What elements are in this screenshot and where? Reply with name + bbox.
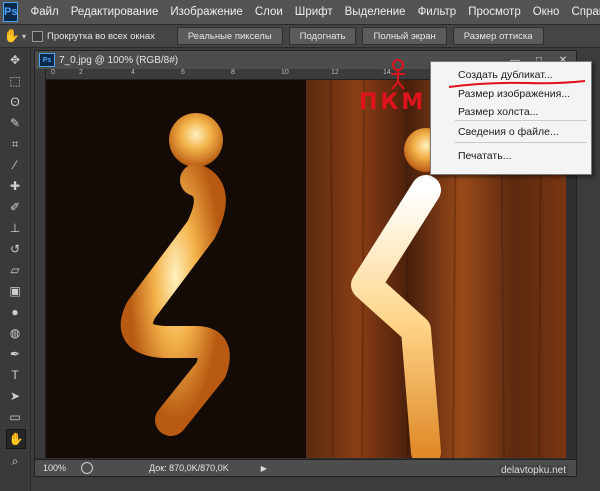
ruler-label: 4 — [131, 69, 135, 76]
vertical-ruler[interactable] — [35, 69, 46, 458]
zoom-icon[interactable]: ⌕ — [6, 452, 24, 470]
left-figure-head — [169, 113, 223, 167]
hand-icon[interactable]: ✋ — [4, 28, 20, 44]
eyedropper-icon[interactable]: ⁄ — [6, 156, 24, 174]
type-icon[interactable]: T — [6, 366, 24, 384]
path-select-icon[interactable]: ➤ — [6, 387, 24, 405]
document-title: 7_0.jpg @ 100% (RGB/8#) — [59, 54, 179, 66]
dodge-icon[interactable]: ◍ — [6, 324, 24, 342]
lasso-icon[interactable]: ʘ — [6, 93, 24, 111]
watermark: delavtopku.net — [498, 465, 568, 476]
photoshop-logo: Ps — [3, 2, 19, 22]
status-menu-arrow-icon[interactable]: ▶ — [261, 464, 267, 473]
menu-help[interactable]: Справка — [565, 6, 600, 18]
scroll-all-windows-checkbox[interactable]: Прокрутка во всех окнах — [32, 30, 155, 42]
document-ps-badge: Ps — [39, 53, 55, 67]
ruler-label: 6 — [181, 69, 185, 76]
history-brush-icon[interactable]: ↺ — [6, 240, 24, 258]
actual-pixels-button[interactable]: Реальные пикселы — [176, 27, 283, 45]
menu-image[interactable]: Изображение — [164, 6, 248, 18]
ruler-label: 8 — [231, 69, 235, 76]
menu-edit[interactable]: Редактирование — [65, 6, 165, 18]
tool-preset-chevron-icon[interactable]: ▾ — [22, 32, 26, 41]
menu-select[interactable]: Выделение — [339, 6, 412, 18]
gradient-icon[interactable]: ▣ — [6, 282, 24, 300]
blur-icon[interactable]: ● — [6, 303, 24, 321]
ruler-label: 2 — [79, 69, 83, 76]
zoom-level[interactable]: 100% — [35, 463, 77, 473]
menu-view[interactable]: Просмотр — [462, 6, 527, 18]
annotation-rmb-label: ПКМ — [359, 90, 427, 115]
print-size-button[interactable]: Размер оттиска — [452, 27, 544, 45]
hand-icon[interactable]: ✋ — [6, 429, 26, 449]
menu-bar: Ps Файл Редактирование Изображение Слои … — [0, 0, 600, 25]
menu-type[interactable]: Шрифт — [289, 6, 339, 18]
crop-icon[interactable]: ⌗ — [6, 135, 24, 153]
menu-filter[interactable]: Фильтр — [412, 6, 463, 18]
ruler-label: 12 — [331, 69, 339, 76]
fill-screen-button[interactable]: Полный экран — [362, 27, 447, 45]
menu-separator — [455, 120, 587, 121]
fit-screen-button[interactable]: Подогнать — [288, 27, 357, 45]
context-menu: Создать дубликат... Размер изображения..… — [430, 61, 592, 175]
ruler-label: 0 — [51, 69, 55, 76]
spot-heal-icon[interactable]: ✚ — [6, 177, 24, 195]
status-info-icon[interactable] — [81, 462, 93, 474]
marquee-icon[interactable]: ⬚ — [6, 72, 24, 90]
rectangle-icon[interactable]: ▭ — [6, 408, 24, 426]
brush-icon[interactable]: ✐ — [6, 198, 24, 216]
document-size-info: Док: 870,0K/870,0K — [149, 463, 229, 473]
menu-file[interactable]: Файл — [24, 6, 64, 18]
menu-file-info[interactable]: Сведения о файле... — [458, 126, 559, 138]
menu-print[interactable]: Печатать... — [458, 150, 511, 162]
menu-image-size[interactable]: Размер изображения... — [458, 88, 570, 100]
clone-stamp-icon[interactable]: ⊥ — [6, 219, 24, 237]
move-icon[interactable]: ✥ — [6, 51, 24, 69]
options-bar: ✋ ▾ Прокрутка во всех окнах Реальные пик… — [0, 25, 600, 48]
ruler-label: 10 — [281, 69, 289, 76]
annotation-stick-figure — [388, 58, 408, 93]
menu-canvas-size[interactable]: Размер холста... — [458, 106, 538, 118]
tools-panel: ✥ ⬚ ʘ ✎ ⌗ ⁄ ✚ ✐ ⊥ ↺ ▱ ▣ ● ◍ ✒ T ➤ ▭ ✋ ⌕ — [0, 48, 31, 491]
checkbox-box[interactable] — [32, 30, 44, 42]
menu-window[interactable]: Окно — [527, 6, 566, 18]
scroll-all-label: Прокрутка во всех окнах — [47, 30, 155, 42]
status-bar: 100% Док: 870,0K/870,0K ▶ delavtopku.net — [35, 459, 576, 476]
eraser-icon[interactable]: ▱ — [6, 261, 24, 279]
quick-select-icon[interactable]: ✎ — [6, 114, 24, 132]
menu-separator — [455, 142, 587, 143]
pen-icon[interactable]: ✒ — [6, 345, 24, 363]
menu-layers[interactable]: Слои — [249, 6, 289, 18]
